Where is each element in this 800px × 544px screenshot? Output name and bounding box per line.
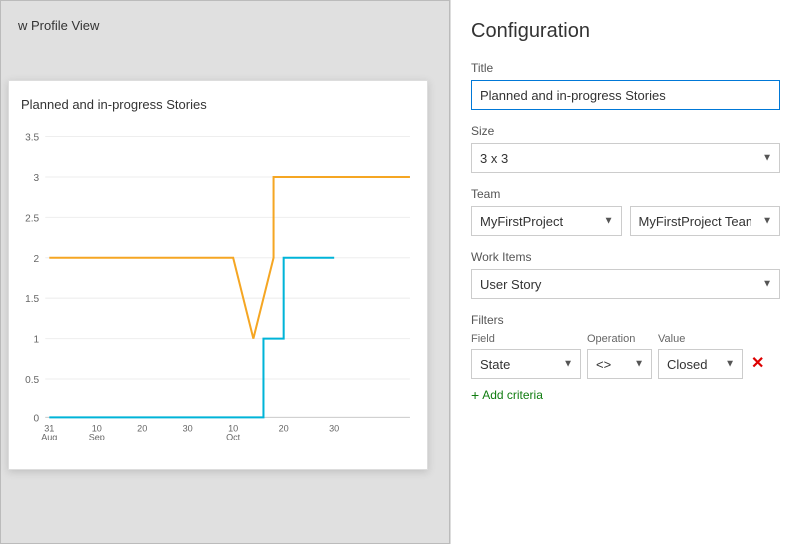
work-items-select[interactable]: User Story Bug Feature — [471, 269, 780, 299]
svg-text:1.5: 1.5 — [25, 294, 39, 305]
left-panel: w Profile View Planned and in-progress S… — [0, 0, 450, 544]
svg-text:30: 30 — [183, 424, 193, 434]
team-project-wrapper: MyFirstProject — [471, 206, 622, 236]
svg-text:1: 1 — [34, 335, 40, 346]
svg-text:20: 20 — [279, 424, 289, 434]
right-panel: Configuration Title Size 3 x 3 1 x 1 2 x… — [450, 0, 800, 544]
svg-text:2.5: 2.5 — [25, 213, 39, 224]
window-title: w Profile View — [18, 18, 99, 33]
add-criteria-label: Add criteria — [482, 388, 543, 402]
size-select[interactable]: 3 x 3 1 x 1 2 x 2 4 x 4 — [471, 143, 780, 173]
team-row: MyFirstProject MyFirstProject Team — [471, 206, 780, 236]
chart-svg: 3.5 3 2.5 2 1.5 1 0.5 0 3 — [21, 120, 415, 440]
filter-row-1: State Iteration Area <> = > < Closed Act… — [471, 349, 780, 379]
filters-section: Filters Field Operation Value State Iter… — [471, 313, 780, 403]
team-name-wrapper: MyFirstProject Team — [630, 206, 781, 236]
svg-text:0: 0 — [34, 413, 40, 424]
svg-text:30: 30 — [329, 424, 339, 434]
filter-val-header: Value — [658, 333, 743, 345]
filters-label: Filters — [471, 313, 780, 327]
team-project-select[interactable]: MyFirstProject — [471, 206, 622, 236]
title-label: Title — [471, 61, 780, 75]
svg-text:2: 2 — [34, 254, 40, 265]
work-items-wrapper: User Story Bug Feature — [471, 269, 780, 299]
size-label: Size — [471, 124, 780, 138]
title-input[interactable] — [471, 80, 780, 110]
svg-text:Sep: Sep — [89, 433, 105, 440]
filter-field-select[interactable]: State Iteration Area — [471, 349, 581, 379]
work-items-label: Work Items — [471, 250, 780, 264]
filter-op-select[interactable]: <> = > < — [587, 349, 652, 379]
team-label: Team — [471, 187, 780, 201]
svg-text:Oct: Oct — [226, 433, 241, 440]
filter-val-wrapper: Closed Active New Resolved — [658, 349, 743, 379]
svg-text:0.5: 0.5 — [25, 375, 39, 386]
svg-text:3.5: 3.5 — [25, 133, 39, 144]
svg-text:3: 3 — [34, 173, 40, 184]
filter-field-wrapper: State Iteration Area — [471, 349, 581, 379]
add-criteria-button[interactable]: Add criteria — [471, 387, 543, 403]
filter-column-headers: Field Operation Value — [471, 333, 780, 345]
filter-op-wrapper: <> = > < — [587, 349, 652, 379]
team-name-select[interactable]: MyFirstProject Team — [630, 206, 781, 236]
delete-filter-button[interactable]: ✕ — [749, 356, 766, 372]
size-select-wrapper: 3 x 3 1 x 1 2 x 2 4 x 4 — [471, 143, 780, 173]
filter-field-header: Field — [471, 333, 581, 345]
filter-val-select[interactable]: Closed Active New Resolved — [658, 349, 743, 379]
chart-title: Planned and in-progress Stories — [21, 97, 415, 112]
filter-op-header: Operation — [587, 333, 652, 345]
config-heading: Configuration — [471, 20, 780, 43]
chart-area: 3.5 3 2.5 2 1.5 1 0.5 0 3 — [21, 120, 415, 440]
chart-card: Planned and in-progress Stories 3.5 3 2.… — [8, 80, 428, 470]
svg-text:20: 20 — [137, 424, 147, 434]
svg-text:Aug: Aug — [41, 433, 57, 440]
